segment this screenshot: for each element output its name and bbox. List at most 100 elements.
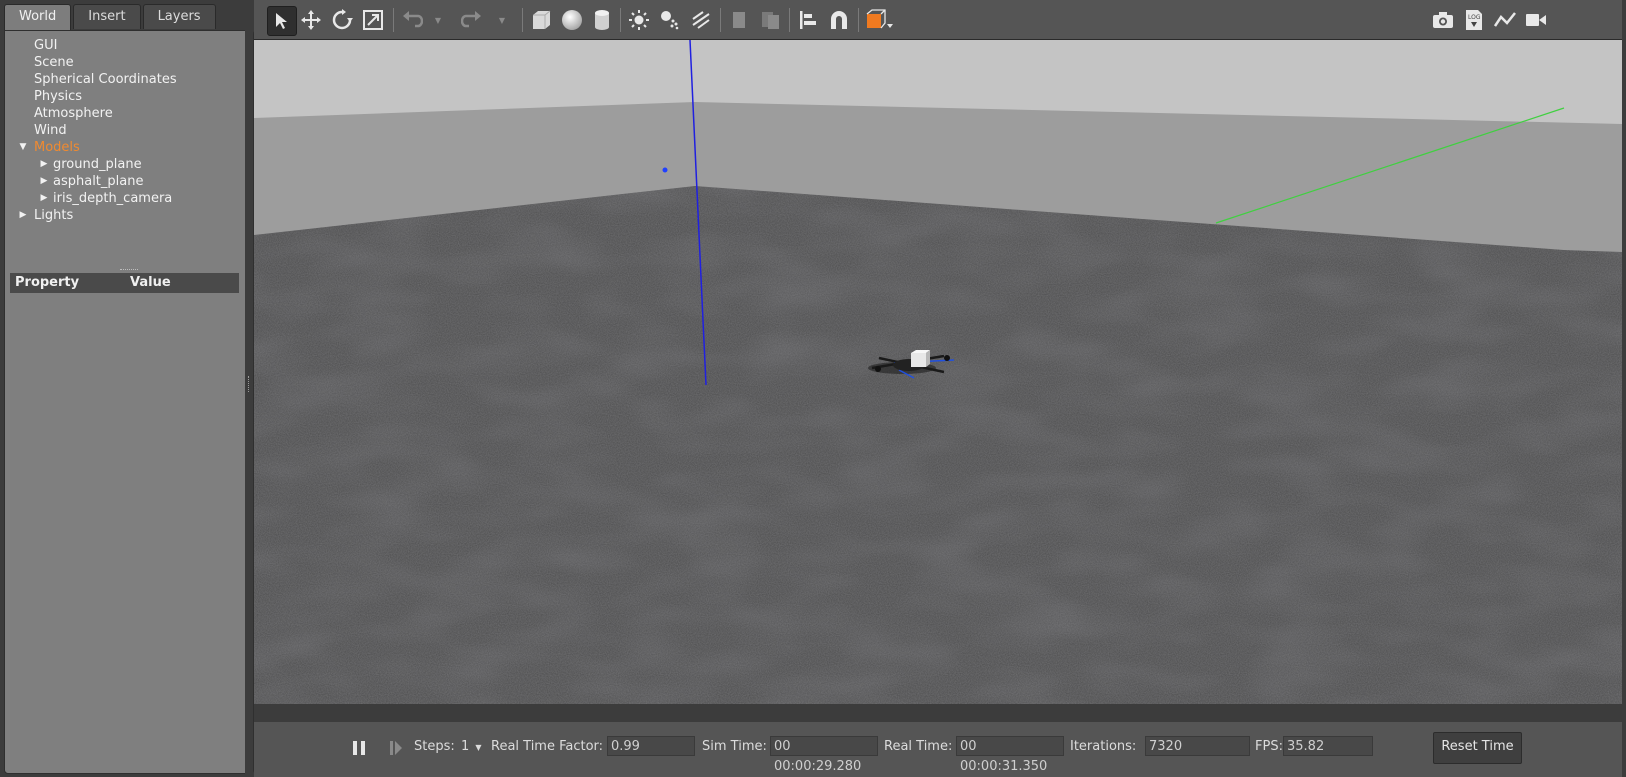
rotate-icon [332, 9, 353, 30]
expanded-arrow-icon[interactable]: ▼ [18, 139, 28, 156]
point-light-icon [629, 10, 649, 30]
toolbar-separator [720, 8, 721, 32]
redo-history-icon: ▼ [498, 15, 506, 25]
toolbar-separator [858, 8, 859, 32]
log-icon: LOG [1466, 10, 1482, 30]
toolbar-separator [522, 8, 523, 32]
tree-item-lights[interactable]: ▶ Lights [5, 207, 253, 224]
world-tree: GUI Scene Spherical Coordinates Physics … [5, 37, 253, 224]
tree-item-label: Atmosphere [34, 106, 113, 121]
step-button[interactable] [382, 734, 410, 762]
tree-item-label: GUI [34, 38, 58, 53]
toolbar-separator [393, 8, 394, 32]
tab-world[interactable]: World [4, 4, 72, 30]
scene-render[interactable] [254, 40, 1622, 704]
render-panel: ▼ ▼ LOG Steps: 1 ▼ Real Time Factor: 0.9… [254, 0, 1622, 777]
pause-icon [353, 741, 365, 755]
svg-text:LOG: LOG [1468, 14, 1481, 21]
insert-point-light-button[interactable] [625, 6, 653, 34]
tab-layers[interactable]: Layers [142, 4, 216, 29]
box-shape-icon [533, 10, 551, 29]
tree-item-label: Wind [34, 123, 67, 138]
chevron-down-icon: ▼ [475, 743, 482, 752]
collapsed-arrow-icon[interactable]: ▶ [39, 156, 49, 173]
tree-item-physics[interactable]: Physics [5, 88, 253, 105]
tree-item-ground-plane[interactable]: ▶ ground_plane [5, 156, 253, 173]
video-record-button[interactable] [1522, 6, 1550, 34]
real-time-factor-field: 0.99 [607, 736, 695, 756]
tree-item-gui[interactable]: GUI [5, 37, 253, 54]
cylinder-shape-icon [595, 10, 609, 30]
redo-history-button[interactable]: ▼ [494, 6, 510, 34]
tab-insert[interactable]: Insert [73, 4, 141, 29]
insert-directional-light-button[interactable] [687, 6, 715, 34]
undo-button[interactable] [398, 6, 426, 34]
screenshot-icon [1433, 12, 1453, 28]
tree-item-atmosphere[interactable]: Atmosphere [5, 105, 253, 122]
real-time-factor-label: Real Time Factor: [491, 739, 604, 754]
value-column-header: Value [130, 275, 171, 290]
light-marker [662, 167, 668, 173]
tree-item-models[interactable]: ▼ Models [5, 139, 253, 156]
tree-item-label: Physics [34, 89, 83, 104]
scene-viewport[interactable] [254, 40, 1622, 704]
insert-cylinder-button[interactable] [588, 6, 616, 34]
tree-item-label: iris_depth_camera [53, 191, 173, 206]
translate-icon [301, 10, 321, 30]
insert-box-button[interactable] [527, 6, 555, 34]
steps-label: Steps: [414, 739, 455, 754]
insert-sphere-button[interactable] [558, 6, 586, 34]
scale-icon [363, 10, 383, 30]
plot-icon [1494, 12, 1516, 27]
rotate-mode-button[interactable] [328, 6, 356, 34]
redo-button[interactable] [458, 6, 486, 34]
property-column-header: Property [15, 275, 80, 290]
tree-item-label: asphalt_plane [53, 174, 144, 189]
tree-item-scene[interactable]: Scene [5, 54, 253, 71]
step-forward-icon [390, 741, 402, 755]
left-panel: World Insert Layers GUI Scene Spherical … [0, 0, 254, 777]
collapsed-arrow-icon[interactable]: ▶ [39, 173, 49, 190]
directional-light-icon [692, 11, 710, 29]
undo-history-icon: ▼ [434, 15, 442, 25]
translate-mode-button[interactable] [297, 6, 325, 34]
copy-button[interactable] [725, 6, 753, 34]
fps-field: 35.82 [1283, 736, 1373, 756]
panel-splitter[interactable] [245, 0, 253, 777]
log-button[interactable]: LOG [1460, 6, 1488, 34]
view-angle-button[interactable] [862, 6, 896, 34]
tree-item-wind[interactable]: Wind [5, 122, 253, 139]
tree-item-label: Spherical Coordinates [34, 72, 177, 87]
snap-button[interactable] [825, 6, 853, 34]
property-table-header: Property Value [10, 273, 239, 293]
scale-mode-button[interactable] [359, 6, 387, 34]
align-button[interactable] [794, 6, 822, 34]
sim-time-label: Sim Time: [702, 739, 767, 754]
select-mode-button[interactable] [267, 6, 297, 36]
pause-button[interactable] [345, 734, 373, 762]
steps-spinner[interactable]: 1 ▼ [461, 736, 482, 758]
undo-history-button[interactable]: ▼ [430, 6, 446, 34]
screenshot-button[interactable] [1429, 6, 1457, 34]
toolbar-separator [789, 8, 790, 32]
reset-time-button[interactable]: Reset Time [1433, 732, 1522, 764]
video-record-icon [1526, 14, 1546, 26]
tree-item-asphalt-plane[interactable]: ▶ asphalt_plane [5, 173, 253, 190]
tree-item-label: ground_plane [53, 157, 142, 172]
iterations-field: 7320 [1145, 736, 1250, 756]
tree-item-label: Lights [34, 208, 74, 223]
select-arrow-icon [276, 13, 287, 29]
tree-item-label: Models [34, 140, 80, 155]
tree-item-spherical-coordinates[interactable]: Spherical Coordinates [5, 71, 253, 88]
collapsed-arrow-icon[interactable]: ▶ [18, 207, 28, 224]
plot-button[interactable] [1491, 6, 1519, 34]
tree-item-label: Scene [34, 55, 74, 70]
paste-button[interactable] [756, 6, 784, 34]
insert-spot-light-button[interactable] [656, 6, 684, 34]
iterations-label: Iterations: [1070, 739, 1137, 754]
asphalt-ground[interactable] [254, 180, 1622, 704]
tree-item-iris-depth-camera[interactable]: ▶ iris_depth_camera [5, 190, 253, 207]
collapsed-arrow-icon[interactable]: ▶ [39, 190, 49, 207]
world-tab-content: GUI Scene Spherical Coordinates Physics … [4, 30, 254, 774]
splitter-grip-icon [248, 376, 251, 392]
